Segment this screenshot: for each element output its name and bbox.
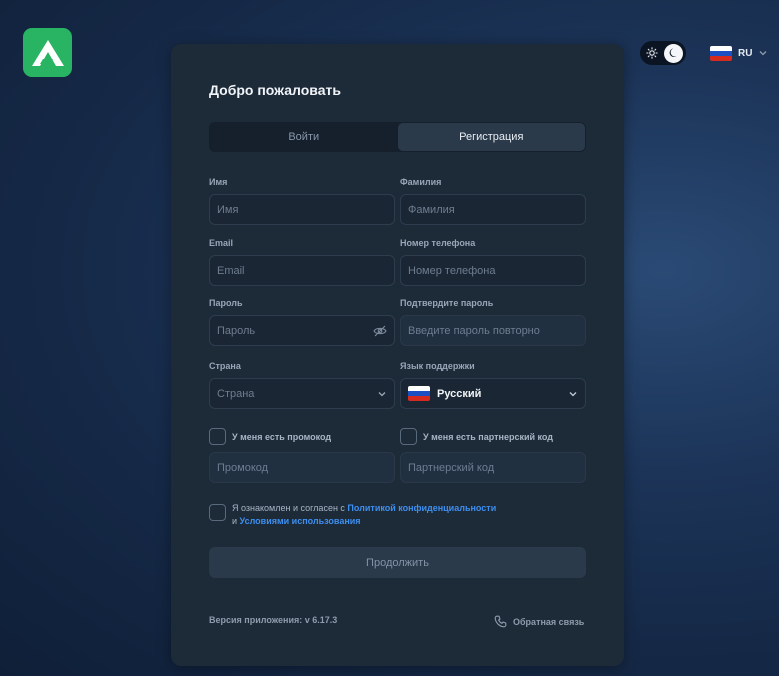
theme-toggle[interactable] [640, 41, 686, 65]
confirm-password-label: Подтвердите пароль [400, 298, 494, 308]
continue-button[interactable]: Продолжить [209, 547, 586, 578]
email-field[interactable]: Email [209, 255, 395, 286]
language-select[interactable]: RU [710, 44, 768, 62]
feedback-label: Обратная связь [513, 616, 585, 627]
language-code: RU [738, 47, 753, 59]
email-placeholder: Email [217, 264, 245, 277]
password-label: Пароль [209, 298, 243, 308]
auth-tabs: Войти Регистрация [209, 122, 586, 152]
sun-icon[interactable] [646, 47, 658, 59]
chevron-down-icon [378, 391, 386, 396]
chevron-down-icon [759, 51, 767, 56]
agreement-text: Я ознакомлен и согласен с Политикой конф… [232, 502, 496, 528]
russia-flag-icon [710, 45, 732, 61]
phone-label: Номер телефона [400, 238, 476, 248]
eye-off-icon[interactable] [373, 325, 387, 337]
agreement-row: Я ознакомлен и согласен с Политикой конф… [209, 502, 496, 528]
promo-code-placeholder: Промокод [217, 461, 269, 474]
support-language-select[interactable]: Русский [400, 378, 586, 409]
partner-checkbox-row[interactable]: У меня есть партнерский код [400, 428, 553, 445]
partner-code-placeholder: Партнерский код [408, 461, 495, 474]
first-name-field[interactable]: Имя [209, 194, 395, 225]
tab-login[interactable]: Войти [210, 123, 398, 151]
agreement-prefix: Я ознакомлен и согласен с [232, 503, 348, 513]
last-name-label: Фамилия [400, 177, 442, 187]
country-select[interactable]: Страна [209, 378, 395, 409]
country-label: Страна [209, 361, 241, 371]
terms-of-use-link[interactable]: Условиями использования [240, 516, 361, 526]
promo-checkbox-row[interactable]: У меня есть промокод [209, 428, 331, 445]
app-logo [23, 28, 72, 77]
agreement-conjunction: и [232, 516, 240, 526]
feedback-link[interactable]: Обратная связь [494, 615, 584, 628]
promo-checkbox-label: У меня есть промокод [232, 431, 332, 442]
last-name-field[interactable]: Фамилия [400, 194, 586, 225]
password-field[interactable]: Пароль [209, 315, 395, 346]
support-language-label: Язык поддержки [400, 361, 475, 371]
phone-placeholder: Номер телефона [408, 264, 496, 277]
promo-checkbox[interactable] [209, 428, 226, 445]
email-label: Email [209, 238, 234, 248]
confirm-password-placeholder: Введите пароль повторно [408, 324, 540, 337]
app-version: Версия приложения: v 6.17.3 [209, 615, 338, 625]
moon-icon[interactable] [664, 43, 683, 63]
logo-mark-icon [31, 39, 64, 66]
agreement-checkbox[interactable] [209, 504, 226, 521]
last-name-placeholder: Фамилия [408, 203, 455, 216]
phone-field[interactable]: Номер телефона [400, 255, 586, 286]
partner-code-field[interactable]: Партнерский код [400, 452, 586, 483]
registration-card: Добро пожаловать Войти Регистрация Имя И… [171, 44, 624, 666]
tab-registration[interactable]: Регистрация [397, 123, 585, 151]
promo-code-field[interactable]: Промокод [209, 452, 395, 483]
country-placeholder: Страна [217, 387, 255, 400]
first-name-placeholder: Имя [217, 203, 239, 216]
russia-flag-icon [408, 386, 430, 401]
first-name-label: Имя [209, 177, 228, 187]
page-title: Добро пожаловать [209, 82, 341, 98]
password-placeholder: Пароль [217, 324, 256, 337]
partner-checkbox[interactable] [400, 428, 417, 445]
phone-icon [494, 615, 507, 628]
privacy-policy-link[interactable]: Политикой конфиденциальности [347, 503, 496, 513]
support-language-value: Русский [437, 387, 482, 400]
partner-checkbox-label: У меня есть партнерский код [423, 431, 554, 442]
confirm-password-field[interactable]: Введите пароль повторно [400, 315, 586, 346]
chevron-down-icon [569, 391, 577, 396]
